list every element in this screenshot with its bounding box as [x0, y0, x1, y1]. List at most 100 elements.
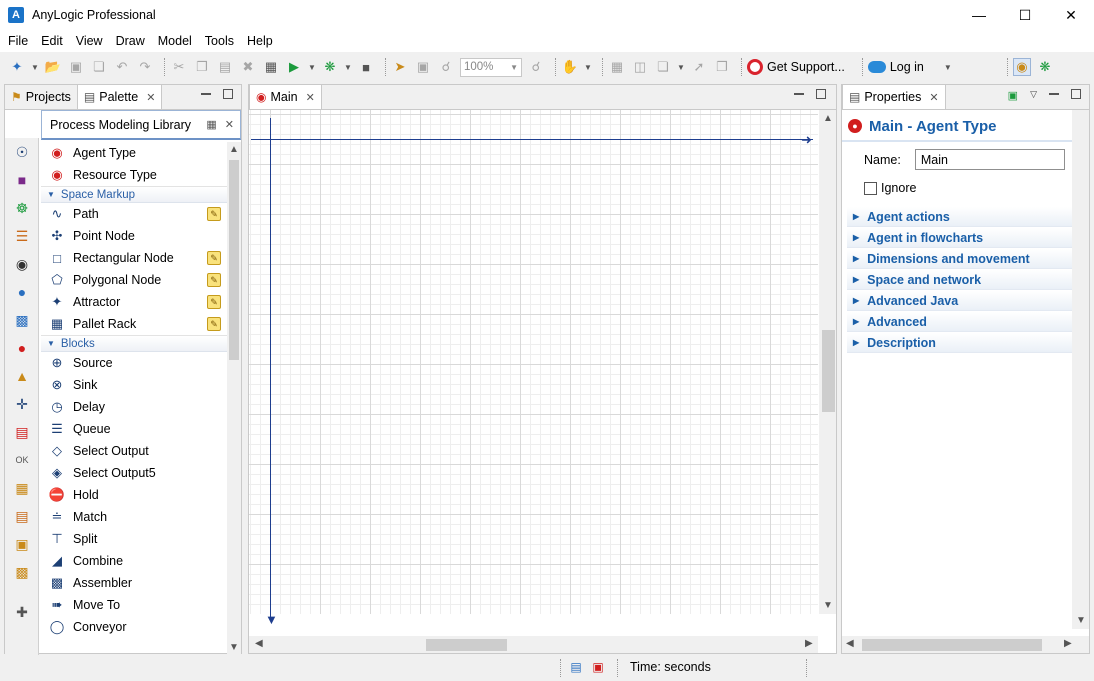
drawing-mode-pencil-icon[interactable]: ✎ [207, 273, 221, 287]
road-traffic-library-icon[interactable]: ◉ [5, 250, 39, 278]
snap-icon[interactable]: ◫ [631, 58, 649, 76]
tab-properties[interactable]: ▤ Properties ✕ [842, 84, 946, 109]
view-mode-icon[interactable]: ▦ [206, 118, 216, 131]
properties-section-description[interactable]: ▶ Description [847, 333, 1072, 353]
name-field[interactable] [914, 149, 1065, 170]
palette-scroll-thumb[interactable] [229, 160, 239, 360]
agent-library-icon[interactable]: ● [5, 334, 39, 362]
ignore-checkbox[interactable] [864, 181, 877, 195]
properties-horizontal-scrollbar[interactable]: ◀ ▶ [842, 636, 1089, 653]
redo-icon[interactable]: ↷ [136, 58, 154, 76]
scroll-up-icon[interactable]: ▲ [229, 144, 239, 155]
properties-section-advanced-java[interactable]: ▶ Advanced Java [847, 291, 1072, 311]
new-model-icon[interactable]: ✦ [8, 58, 26, 76]
zoom-in-icon[interactable]: ☌ [527, 58, 545, 76]
minimize-button[interactable]: — [956, 0, 1002, 30]
drawing-mode-pencil-icon[interactable]: ✎ [207, 251, 221, 265]
layers-icon[interactable]: ❐ [713, 58, 731, 76]
properties-scroll-left-icon[interactable]: ◀ [846, 638, 854, 649]
editor-scroll-down-icon[interactable]: ▼ [823, 600, 833, 611]
palette-item-select-output[interactable]: ◇ Select Output [41, 440, 227, 462]
palette-item-match[interactable]: ≐ Match [41, 506, 227, 528]
palette-item-attractor[interactable]: ✦ Attractor ✎ [41, 291, 227, 313]
paste-icon[interactable]: ▤ [216, 58, 234, 76]
close-library-icon[interactable]: ✕ [225, 118, 234, 131]
editor-vertical-thumb[interactable] [822, 330, 835, 412]
material-handling-library-icon[interactable]: ▩ [5, 306, 39, 334]
graphical-editor-canvas[interactable]: ➜ ▼ [249, 110, 818, 627]
close-palette-icon[interactable]: ✕ [146, 91, 155, 104]
properties-section-space-and-network[interactable]: ▶ Space and network [847, 270, 1072, 290]
space-markup-library-icon[interactable]: ✛ [5, 390, 39, 418]
close-button[interactable]: ✕ [1048, 0, 1094, 30]
factory-library-icon[interactable]: ■ [5, 166, 39, 194]
menu-view[interactable]: View [76, 34, 103, 48]
palette-section-header[interactable]: ▼ Blocks [41, 335, 227, 352]
copy-icon[interactable]: ❐ [193, 58, 211, 76]
palette-item-split[interactable]: ⊤ Split [41, 528, 227, 550]
save-icon[interactable]: ▣ [67, 58, 85, 76]
palette-item-select-output5[interactable]: ◈ Select Output5 [41, 462, 227, 484]
menu-help[interactable]: Help [247, 34, 273, 48]
scroll-down-icon[interactable]: ▼ [229, 642, 239, 653]
minimize-editor-icon[interactable] [794, 93, 804, 95]
palette-item-delay[interactable]: ◷ Delay [41, 396, 227, 418]
support-lifebuoy-icon[interactable] [747, 59, 763, 75]
minimize-palette-icon[interactable] [201, 93, 211, 95]
properties-section-dimensions-and-movement[interactable]: ▶ Dimensions and movement [847, 249, 1072, 269]
zoom-level-select[interactable]: 100% ▼ [460, 57, 522, 77]
palette-item-hold[interactable]: ⛔ Hold [41, 484, 227, 506]
palette-section-header[interactable]: ▼ Space Markup [41, 186, 227, 203]
editor-horizontal-thumb[interactable] [426, 639, 507, 651]
minimize-properties-icon[interactable] [1049, 93, 1059, 95]
cut-icon[interactable]: ✂ [170, 58, 188, 76]
close-properties-icon[interactable]: ✕ [929, 91, 938, 104]
view-menu-icon[interactable]: ▽ [1030, 89, 1037, 102]
palette-item-agent-type[interactable]: ◉ Agent Type [41, 142, 227, 164]
pictures-library-icon[interactable]: ▣ [5, 530, 39, 558]
fluid-library-icon[interactable]: ● [5, 278, 39, 306]
maximize-palette-icon[interactable] [223, 89, 233, 99]
pedestrian-library-icon[interactable]: ☸ [5, 194, 39, 222]
palette-item-resource-type[interactable]: ◉ Resource Type [41, 164, 227, 186]
system-dynamics-library-icon[interactable]: ▤ [5, 502, 39, 530]
properties-vertical-scrollbar[interactable]: ▼ [1072, 110, 1089, 629]
build-icon[interactable]: ▦ [262, 58, 280, 76]
palette-item-rectangular-node[interactable]: □ Rectangular Node ✎ [41, 247, 227, 269]
connectivity-library-icon[interactable]: ▦ [5, 474, 39, 502]
login-dropdown-icon[interactable]: ▼ [944, 58, 952, 76]
rocket-icon[interactable]: ➤ [391, 58, 409, 76]
console-icon[interactable]: ▤ [568, 659, 584, 675]
menu-edit[interactable]: Edit [41, 34, 63, 48]
palette-scrollbar[interactable]: ▲ ▼ [227, 142, 241, 655]
3d-objects-library-icon[interactable]: ▩ [5, 558, 39, 586]
cloud-icon[interactable] [867, 61, 886, 73]
controls-library-icon[interactable]: OK [5, 446, 39, 474]
drawing-mode-pencil-icon[interactable]: ✎ [207, 317, 221, 331]
properties-horizontal-thumb[interactable] [862, 639, 1042, 651]
arrange-icon[interactable]: ❏ [654, 58, 672, 76]
zoom-to-fit-icon[interactable]: ▣ [414, 58, 432, 76]
palette-item-polygonal-node[interactable]: ⬠ Polygonal Node ✎ [41, 269, 227, 291]
stop-icon[interactable]: ■ [357, 58, 375, 76]
menu-tools[interactable]: Tools [205, 34, 234, 48]
palette-item-path[interactable]: ∿ Path ✎ [41, 203, 227, 225]
zoom-out-icon[interactable]: ☌ [437, 58, 455, 76]
presentation-library-icon[interactable]: ▲ [5, 362, 39, 390]
favorites-library-icon[interactable] [5, 110, 39, 138]
pan-hand-icon[interactable]: ✋ [561, 58, 579, 76]
debug-dropdown-icon[interactable]: ▼ [344, 58, 352, 76]
login-button[interactable]: Log in [890, 60, 924, 74]
perspective-model-icon[interactable]: ◉ [1012, 58, 1031, 76]
maximize-properties-icon[interactable] [1071, 89, 1081, 99]
save-all-icon[interactable]: ❏ [90, 58, 108, 76]
get-support-button[interactable]: Get Support... [767, 60, 845, 74]
grid-icon[interactable]: ▦ [608, 58, 626, 76]
drawing-mode-pencil-icon[interactable]: ✎ [207, 207, 221, 221]
maximize-button[interactable]: ☐ [1002, 0, 1048, 30]
tab-palette[interactable]: ▤ Palette ✕ [76, 84, 163, 109]
editor-vertical-scrollbar[interactable]: ▲ ▼ [819, 110, 836, 614]
new-dropdown-icon[interactable]: ▼ [31, 58, 39, 76]
analysis-library-icon[interactable]: ▤ [5, 418, 39, 446]
editor-horizontal-scrollbar[interactable]: ◀ ▶ [249, 636, 818, 653]
